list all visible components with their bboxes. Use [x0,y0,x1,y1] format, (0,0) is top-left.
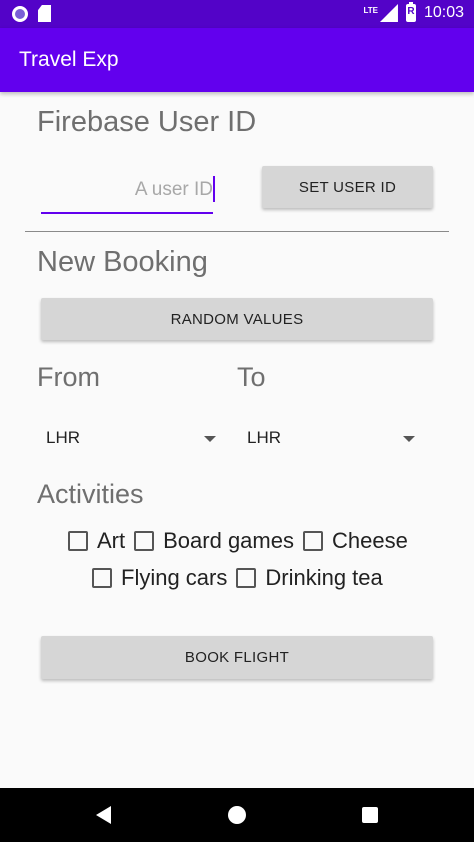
user-id-field-wrapper [41,170,215,214]
random-values-button[interactable]: RANDOM VALUES [41,298,433,340]
activity-board-games-label: Board games [163,528,294,553]
from-airport-dropdown[interactable]: LHR [46,424,218,456]
to-airport-value: LHR [247,428,282,447]
app-title: Travel Exp [19,48,119,71]
user-id-input[interactable] [41,170,213,210]
to-airport-dropdown[interactable]: LHR [247,424,417,456]
activities-heading: Activities [37,479,144,509]
status-clock: 10:03 [423,4,464,21]
new-booking-heading: New Booking [37,246,208,278]
activity-flying-cars[interactable]: Flying cars [92,565,227,591]
firebase-user-id-heading: Firebase User ID [37,106,257,138]
app-notification-icon [12,5,28,22]
battery-charging-glyph: R [407,6,415,17]
lte-label: LTE [363,5,378,15]
to-dropdown-arrow-icon [403,436,415,442]
sd-card-icon [38,5,51,22]
status-bar-left [12,5,51,22]
battery-icon: R [405,2,416,22]
activity-flying-cars-checkbox[interactable] [92,568,112,588]
home-icon[interactable] [228,806,246,824]
activity-art-label: Art [97,528,126,553]
activity-board-games-checkbox[interactable] [134,531,155,551]
app-bar: Travel Exp [0,28,474,92]
lte-signal-icon [379,4,398,22]
activity-board-games[interactable]: Board games [134,528,294,554]
from-label: From [37,362,100,392]
activity-art-checkbox[interactable] [68,531,88,551]
activity-cheese[interactable]: Cheese [302,528,408,554]
back-icon[interactable] [96,806,111,824]
activity-drinking-tea-checkbox[interactable] [236,568,257,588]
to-label: To [237,362,266,392]
activity-cheese-checkbox[interactable] [302,531,323,551]
set-user-id-button[interactable]: SET USER ID [262,166,433,208]
text-cursor [213,176,215,202]
system-nav-bar [0,788,474,842]
status-bar-right: LTE R 10:03 [363,2,464,22]
section-divider [25,231,449,232]
from-dropdown-arrow-icon [204,436,216,442]
activity-cheese-label: Cheese [331,528,408,553]
activity-art[interactable]: Art [68,528,125,554]
book-flight-button[interactable]: BOOK FLIGHT [41,636,433,679]
activity-drinking-tea-label: Drinking tea [265,565,383,590]
recent-apps-icon[interactable] [362,807,378,823]
from-airport-value: LHR [46,428,81,447]
status-bar: LTE R 10:03 [0,0,474,28]
activity-drinking-tea[interactable]: Drinking tea [236,565,383,591]
activities-row-2: Flying cars Drinking tea [92,565,392,591]
activities-row-1: Art Board games Cheese [68,528,417,554]
activity-flying-cars-label: Flying cars [121,565,228,590]
